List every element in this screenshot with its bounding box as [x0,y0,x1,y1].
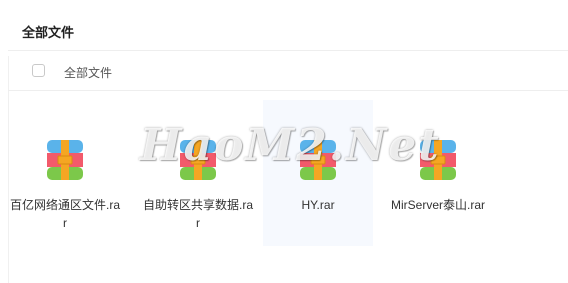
rar-archive-icon [47,140,83,180]
file-grid: 百亿网络通区文件.rar 自助转区共享数据.rar HY.rar MirServ… [0,100,568,250]
file-name: HY.rar [301,198,335,212]
list-header: 全部文件 [8,52,568,90]
rar-archive-icon [420,140,456,180]
file-item[interactable]: HY.rar [263,100,373,246]
divider [8,50,568,51]
page-title: 全部文件 [22,25,75,40]
file-item[interactable]: MirServer泰山.rar [383,100,493,246]
rar-archive-icon [180,140,216,180]
title-bar: 全部文件 [0,0,568,56]
file-name: 自助转区共享数据.rar [143,198,254,230]
divider [8,90,568,91]
select-all-label: 全部文件 [64,66,113,80]
file-item[interactable]: 百亿网络通区文件.rar [10,100,120,246]
file-name: 百亿网络通区文件.rar [10,198,121,230]
file-name: MirServer泰山.rar [390,198,485,212]
rar-archive-icon [300,140,336,180]
select-all-checkbox[interactable] [32,64,45,77]
file-item[interactable]: 自助转区共享数据.rar [143,100,253,246]
